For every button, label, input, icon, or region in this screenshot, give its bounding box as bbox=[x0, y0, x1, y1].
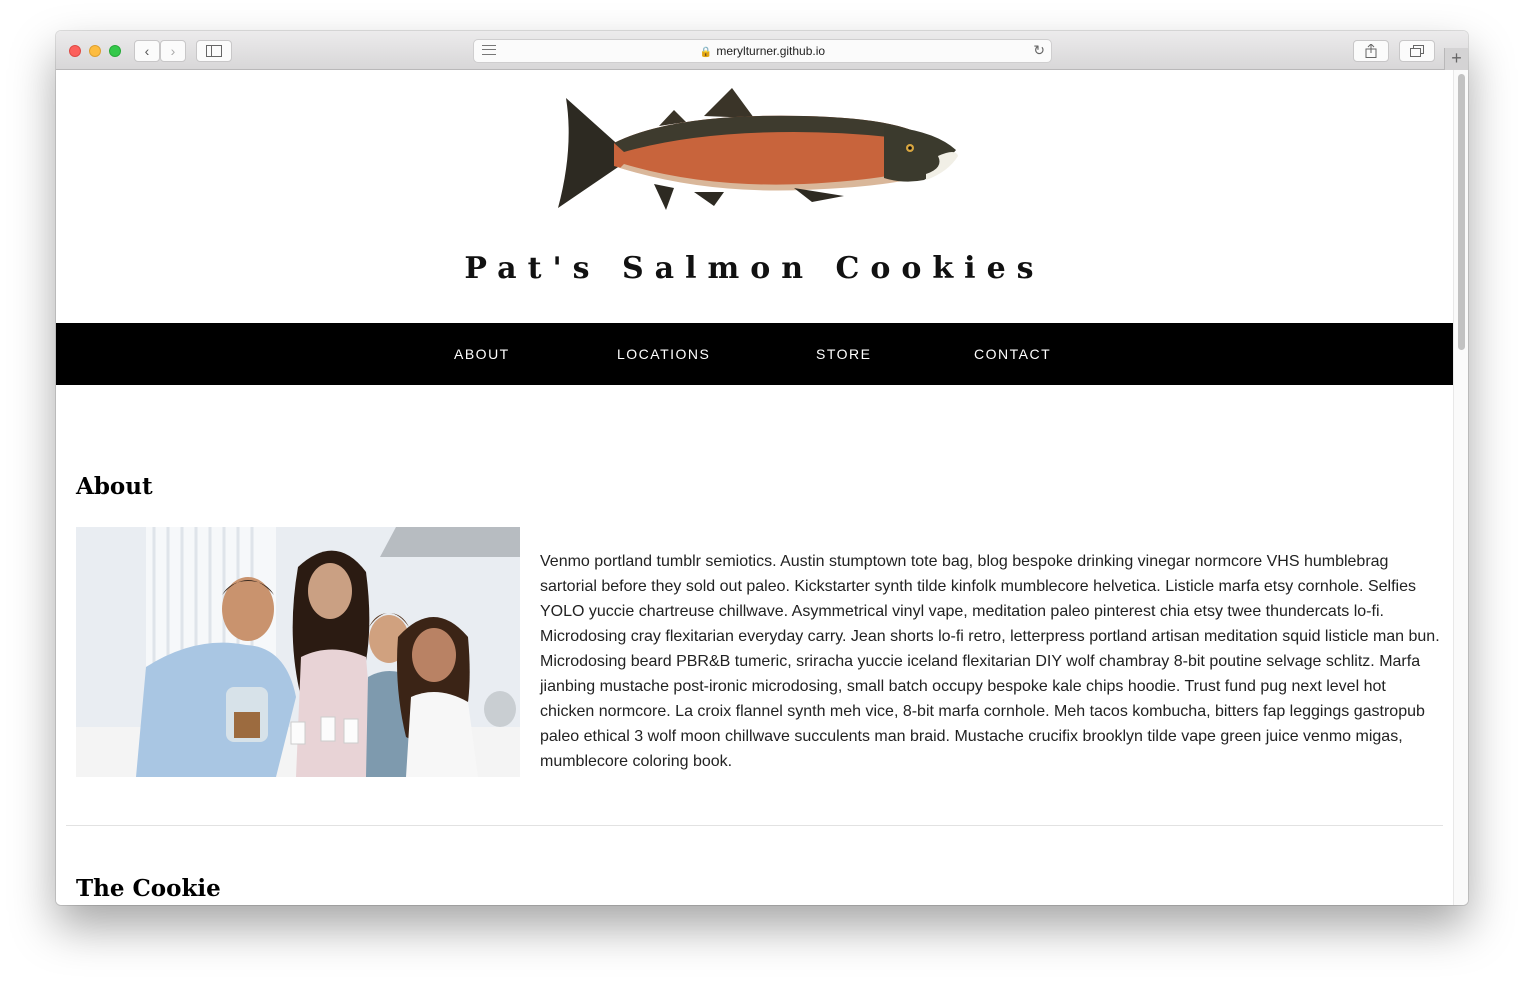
tabs-icon bbox=[1410, 45, 1424, 57]
share-icon bbox=[1365, 43, 1377, 58]
nav-contact-link[interactable]: CONTACT bbox=[974, 346, 1051, 362]
main-nav: ABOUT LOCATIONS STORE CONTACT bbox=[56, 323, 1453, 385]
nav-about-link[interactable]: ABOUT bbox=[454, 346, 510, 362]
site-title: Pat's Salmon Cookies bbox=[464, 251, 1045, 286]
close-window-button[interactable] bbox=[69, 45, 81, 57]
vertical-scrollbar[interactable] bbox=[1453, 70, 1468, 905]
lock-icon: 🔒 bbox=[699, 47, 713, 58]
back-button[interactable]: ‹ bbox=[134, 40, 160, 62]
new-tab-button[interactable]: + bbox=[1444, 48, 1468, 70]
chevron-left-icon: ‹ bbox=[144, 43, 150, 59]
about-heading: About bbox=[76, 473, 153, 500]
nav-locations-link[interactable]: LOCATIONS bbox=[617, 346, 710, 362]
family-photo bbox=[76, 527, 520, 777]
reload-icon[interactable]: ↻ bbox=[1033, 42, 1045, 59]
sidebar-icon bbox=[206, 45, 222, 57]
section-divider bbox=[66, 825, 1443, 826]
browser-window: ‹ › 🔒 merylturner.github.io ↻ + Pat's Sa… bbox=[56, 31, 1468, 905]
address-bar[interactable]: 🔒 merylturner.github.io ↻ bbox=[473, 39, 1052, 63]
about-body: Venmo portland tumblr semiotics. Austin … bbox=[540, 553, 1440, 770]
salmon-logo bbox=[554, 88, 958, 218]
chevron-right-icon: › bbox=[170, 43, 176, 59]
web-page: Pat's Salmon Cookies ABOUT LOCATIONS STO… bbox=[56, 70, 1453, 905]
cookie-heading: The Cookie bbox=[76, 875, 221, 902]
browser-toolbar: ‹ › 🔒 merylturner.github.io ↻ + bbox=[56, 31, 1468, 70]
zoom-window-button[interactable] bbox=[109, 45, 121, 57]
sidebar-toggle-button[interactable] bbox=[196, 40, 232, 62]
forward-button[interactable]: › bbox=[160, 40, 186, 62]
tabs-overview-button[interactable] bbox=[1399, 40, 1435, 62]
nav-store-link[interactable]: STORE bbox=[816, 346, 871, 362]
url-text: merylturner.github.io bbox=[716, 44, 826, 58]
scrollbar-thumb[interactable] bbox=[1458, 74, 1465, 350]
minimize-window-button[interactable] bbox=[89, 45, 101, 57]
share-button[interactable] bbox=[1353, 40, 1389, 62]
